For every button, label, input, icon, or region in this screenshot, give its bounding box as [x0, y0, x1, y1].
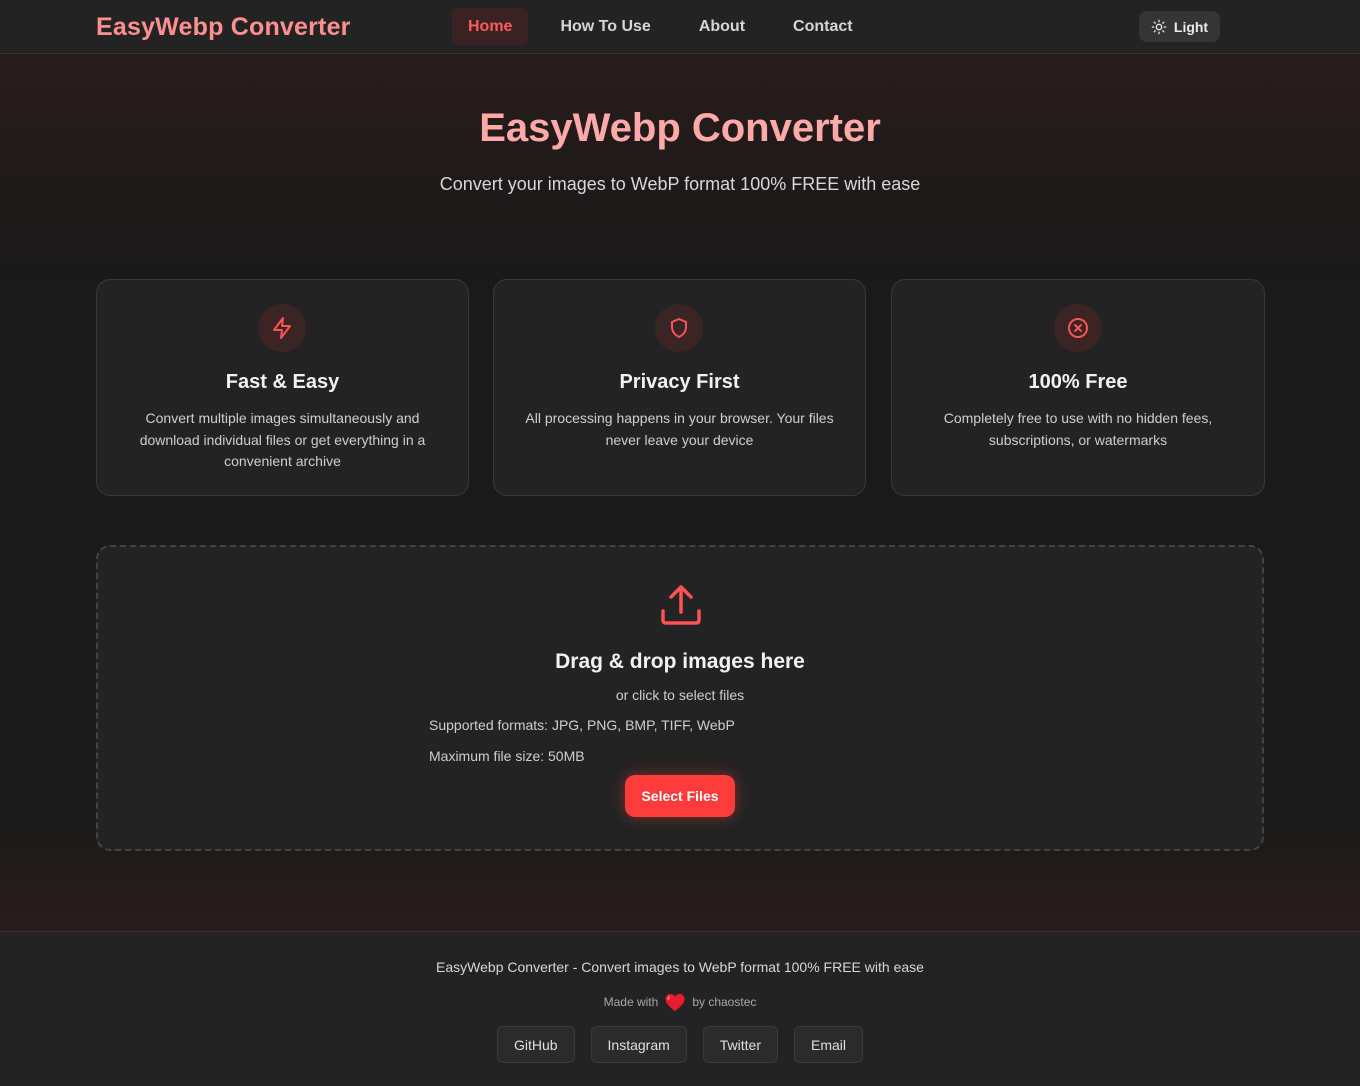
feature-title: Privacy First	[619, 371, 740, 393]
feature-description: Completely free to use with no hidden fe…	[943, 410, 1213, 448]
top-navbar: EasyWebp Converter Home How To Use About…	[0, 0, 1360, 54]
feature-title: Fast & Easy	[225, 371, 340, 393]
nav-link-about[interactable]: About	[683, 8, 761, 45]
feature-card-fast: Fast & Easy Convert multiple images simu…	[96, 279, 469, 496]
nav-link-contact[interactable]: Contact	[777, 8, 869, 45]
hero-subtitle: Convert your images to WebP format 100% …	[439, 174, 921, 194]
footer: EasyWebp Converter - Convert images to W…	[0, 931, 1360, 1086]
lightning-icon	[258, 304, 306, 352]
supported-formats-text: Supported formats: JPG, PNG, BMP, TIFF, …	[429, 717, 735, 733]
feature-title: 100% Free	[1028, 371, 1128, 393]
feature-description: Convert multiple images simultaneously a…	[139, 410, 426, 469]
select-files-button[interactable]: Select Files	[625, 775, 735, 817]
footer-link-instagram[interactable]: Instagram	[590, 1026, 687, 1063]
footer-links: GitHub Instagram Twitter Email	[0, 1026, 1360, 1063]
footer-tagline: EasyWebp Converter - Convert images to W…	[436, 959, 924, 975]
footer-credit: Made with by chaostec	[0, 992, 1360, 1012]
max-file-size-text: Maximum file size: 50MB	[429, 748, 585, 764]
hero-title: EasyWebp Converter	[479, 106, 881, 150]
made-with-text: Made with	[603, 995, 659, 1009]
theme-toggle-button[interactable]: Light	[1139, 11, 1220, 42]
heart-icon	[665, 993, 685, 1012]
theme-toggle-label: Light	[1173, 18, 1209, 35]
author-text: by chaostec	[692, 995, 757, 1009]
circle-x-icon	[1054, 304, 1102, 352]
nav-link-home[interactable]: Home	[452, 8, 529, 45]
feature-description: All processing happens in your browser. …	[525, 410, 834, 448]
sun-icon	[1151, 19, 1167, 34]
file-dropzone[interactable]: Drag & drop images here or click to sele…	[96, 545, 1264, 851]
nav-link-how-to-use[interactable]: How To Use	[544, 8, 666, 45]
dropzone-title: Drag & drop images here	[555, 650, 805, 673]
shield-icon	[655, 304, 703, 352]
footer-link-twitter[interactable]: Twitter	[702, 1026, 779, 1063]
feature-card-free: 100% Free Completely free to use with no…	[891, 279, 1265, 496]
brand-logo[interactable]: EasyWebp Converter	[96, 13, 351, 42]
dropzone-subtitle: or click to select files	[615, 687, 745, 703]
feature-card-privacy: Privacy First All processing happens in …	[493, 279, 866, 496]
footer-link-email[interactable]: Email	[794, 1026, 864, 1063]
upload-icon	[661, 585, 701, 625]
footer-link-github[interactable]: GitHub	[496, 1026, 575, 1063]
nav-links: Home How To Use About Contact	[452, 8, 885, 45]
